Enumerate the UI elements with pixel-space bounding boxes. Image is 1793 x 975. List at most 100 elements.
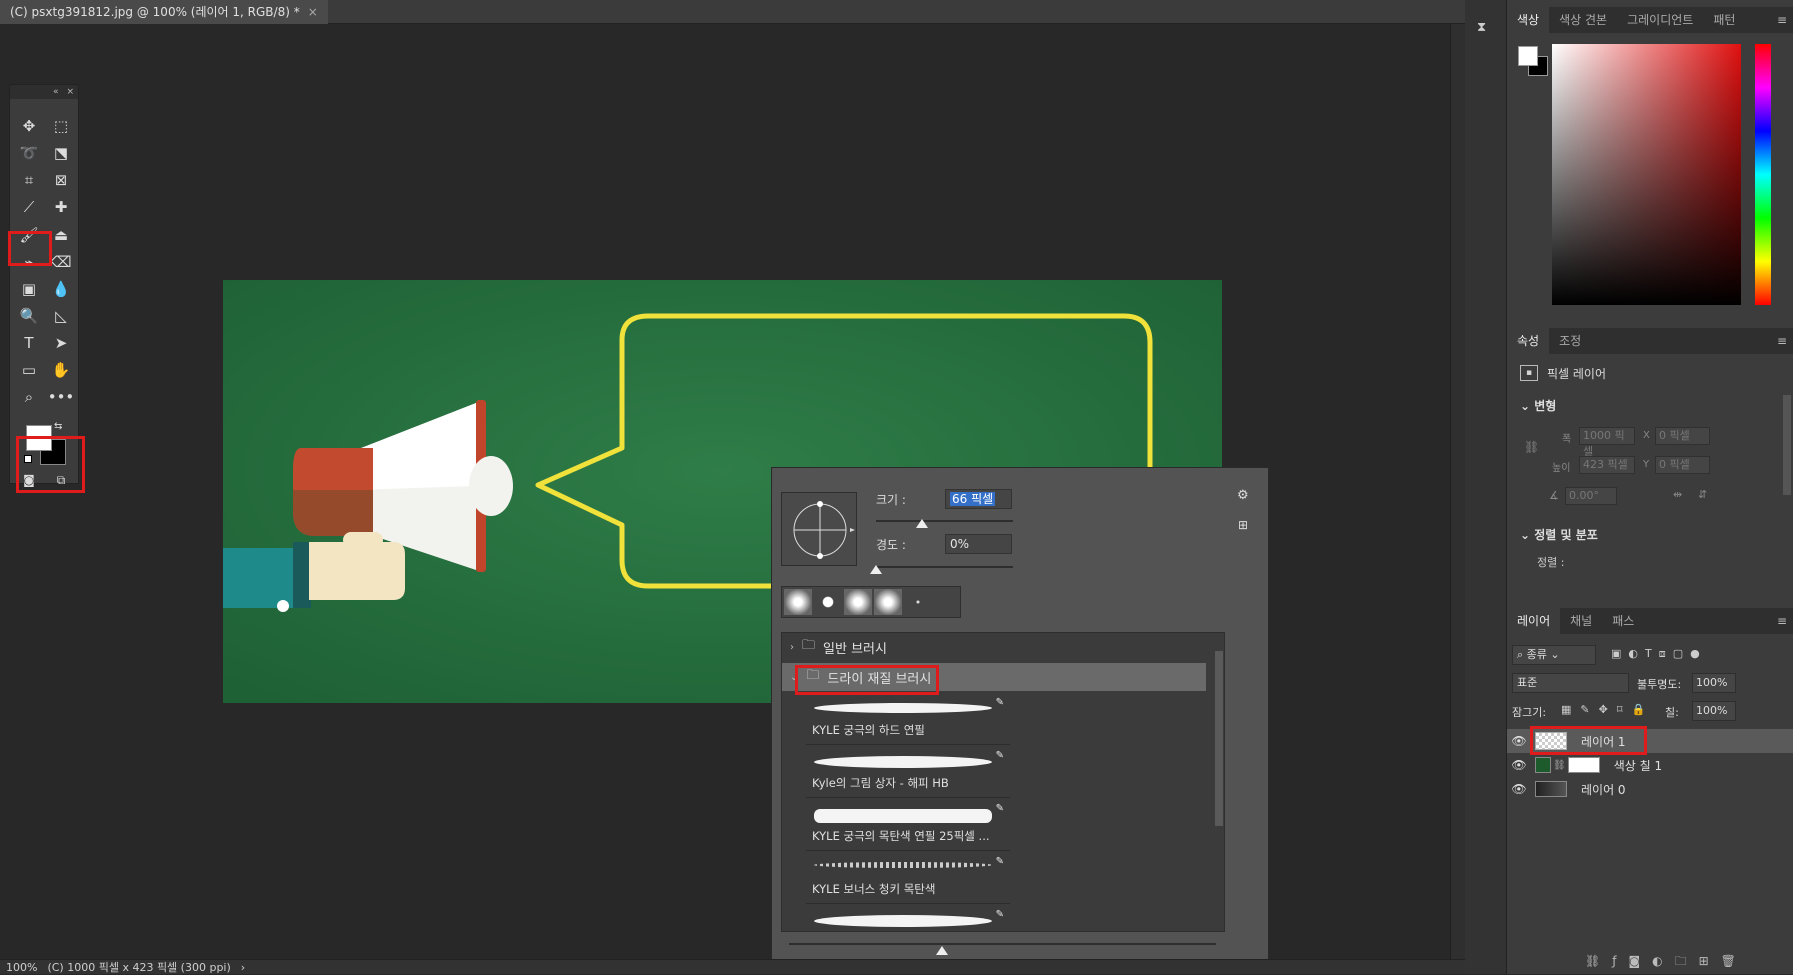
brush-preset-item[interactable]: ✎ [806,905,1010,931]
object-select-tool-icon[interactable]: ⬔ [48,142,74,164]
crop-tool-icon[interactable]: ⌗ [16,169,42,191]
x-input[interactable]: 0 픽셀 [1655,427,1710,445]
width-label: 폭 [1562,434,1572,445]
tab-layers[interactable]: 레이어 [1507,608,1561,634]
preview-size-slider[interactable] [789,943,1216,945]
brush-folder-general[interactable]: › 🗀 일반 브러시 [782,633,1206,661]
y-input[interactable]: 0 픽셀 [1655,456,1710,474]
tab-patterns[interactable]: 패턴 [1703,7,1745,33]
color-picker-field[interactable] [1552,44,1741,305]
document-tab-close-icon[interactable]: × [308,0,318,24]
brush-list-scrollbar-thumb[interactable] [1215,651,1223,826]
brush-edit-icon[interactable]: ✎ [996,909,1004,920]
type-tool-icon[interactable]: T [16,332,42,354]
swap-colors-icon[interactable]: ⇆ [54,421,62,432]
recent-brush[interactable] [844,589,872,615]
layer-filter-kind-select[interactable]: ⌕ 종류 ⌄ [1512,645,1596,665]
path-select-tool-icon[interactable]: ➤ [48,332,74,354]
more-tools-icon[interactable]: ••• [48,386,75,408]
hue-slider[interactable] [1755,44,1771,305]
tab-color[interactable]: 색상 [1507,7,1550,33]
layers-footer-icons[interactable]: ⛓ƒ◙◐🗀⊞🗑 [1585,952,1748,973]
panel-menu-icon[interactable]: ≡ [1777,334,1787,348]
brush-list-scrollbar[interactable] [1214,633,1224,931]
tab-swatches[interactable]: 색상 견본 [1549,7,1617,33]
zoom-level[interactable]: 100% [6,960,37,974]
link-icon[interactable]: ⛓ [1524,440,1539,454]
preview-size-slider-thumb[interactable] [936,946,948,955]
layer-row[interactable]: 👁 레이어 0 [1507,777,1793,801]
document-tab[interactable]: (C) psxtg391812.jpg @ 100% (레이어 1, RGB/8… [0,0,328,24]
brush-preset-item[interactable]: ✎ KYLE 보너스 청키 목탄색 [806,852,1010,904]
properties-panel-tabs: 속성 조정 ≡ [1507,328,1793,354]
flip-horizontal-icon[interactable]: ⇹ [1673,488,1682,501]
flip-vertical-icon[interactable]: ⇵ [1698,488,1707,501]
recent-brush[interactable] [904,589,932,615]
eye-icon[interactable]: 👁 [1507,734,1531,748]
rectangle-tool-icon[interactable]: ▭ [16,359,42,381]
healing-brush-tool-icon[interactable]: ✚ [48,196,74,218]
frame-tool-icon[interactable]: ⊠ [48,169,74,191]
width-input[interactable]: 1000 픽셀 [1579,427,1635,458]
tab-adjustments[interactable]: 조정 [1549,328,1591,354]
new-preset-icon[interactable]: ⊞ [1238,518,1248,532]
pen-tool-icon[interactable]: ◺ [48,305,74,327]
dodge-tool-icon[interactable]: 🔍 [16,305,42,327]
brush-hardness-slider-thumb[interactable] [870,565,882,574]
angle-icon: ∡ [1549,489,1559,502]
tab-paths[interactable]: 패스 [1602,608,1644,634]
lasso-tool-icon[interactable]: ➰ [16,142,42,164]
collapse-icon[interactable]: « [53,85,59,99]
gradient-tool-icon[interactable]: ▣ [16,278,42,300]
opacity-input[interactable]: 100% [1692,673,1736,693]
angle-input[interactable]: 0.00° [1565,487,1617,505]
layer-row[interactable]: 👁 ⛓ 색상 칠 1 [1507,753,1793,777]
blend-mode-select[interactable]: 표준 [1512,673,1629,693]
workspace-vertical-scrollbar[interactable] [1450,24,1465,959]
blur-tool-icon[interactable]: 💧 [48,278,74,300]
height-input[interactable]: 423 픽셀 [1579,456,1635,474]
tab-gradients[interactable]: 그레이디언트 [1617,7,1703,33]
layer-filter-icons[interactable]: ▣◐T⧈▢● [1611,647,1707,661]
brush-angle-preview[interactable] [781,492,857,566]
brush-preset-item[interactable]: ✎ Kyle의 그림 상자 - 해피 HB [806,746,1010,798]
recent-brush[interactable] [874,589,902,615]
eye-icon[interactable]: 👁 [1507,758,1531,772]
recent-brush[interactable] [784,589,812,615]
brush-hardness-slider[interactable] [876,566,1013,568]
recent-brush[interactable] [814,589,842,615]
chain-icon[interactable]: ⛓ [1553,760,1566,771]
brush-size-slider[interactable] [876,520,1013,522]
brush-size-input[interactable]: 66 픽셀 [945,489,1012,509]
panel-area: 색상 색상 견본 그레이디언트 패턴 ≡ 속성 조정 ≡ ▪ 픽셀 레이어 ⌄ … [1507,0,1793,974]
y-label: Y [1643,459,1650,470]
eyedropper-tool-icon[interactable]: ⟋ [16,196,42,218]
status-menu-arrow-icon[interactable]: › [241,960,245,974]
brush-edit-icon[interactable]: ✎ [996,697,1004,708]
zoom-tool-icon[interactable]: ⌕ [16,386,42,408]
brush-edit-icon[interactable]: ✎ [996,856,1004,867]
fill-input[interactable]: 100% [1692,701,1736,721]
move-tool-icon[interactable]: ✥ [16,115,42,137]
chevron-right-icon[interactable]: › [790,642,794,653]
panel-menu-icon[interactable]: ≡ [1777,614,1787,628]
properties-scrollbar[interactable] [1783,395,1791,495]
brush-hardness-input[interactable]: 0% [945,534,1012,554]
history-panel-icon[interactable]: ⧗ [1477,20,1497,40]
lock-icons[interactable]: ▦✎✥⌑🔒 [1561,703,1654,716]
brush-preset-item[interactable]: ✎ KYLE 궁극의 하드 연필 [806,693,1010,745]
brush-preset-item[interactable]: ✎ KYLE 궁극의 목탄색 연필 25픽셀 ... [806,799,1010,851]
eye-icon[interactable]: 👁 [1507,782,1531,796]
transform-section[interactable]: ⌄ 변형 [1520,397,1556,414]
tab-channels[interactable]: 채널 [1560,608,1602,634]
tab-properties[interactable]: 속성 [1507,328,1550,354]
align-distribute-section[interactable]: ⌄ 정렬 및 분포 [1520,526,1598,543]
brush-settings-gear-icon[interactable]: ⚙ [1237,488,1249,503]
brush-edit-icon[interactable]: ✎ [996,803,1004,814]
hand-tool-icon[interactable]: ✋ [48,359,74,381]
brush-size-slider-thumb[interactable] [916,519,928,528]
panel-menu-icon[interactable]: ≡ [1777,13,1787,27]
brush-edit-icon[interactable]: ✎ [996,750,1004,761]
close-icon[interactable]: × [66,85,74,99]
marquee-tool-icon[interactable]: ⬚ [48,115,74,137]
